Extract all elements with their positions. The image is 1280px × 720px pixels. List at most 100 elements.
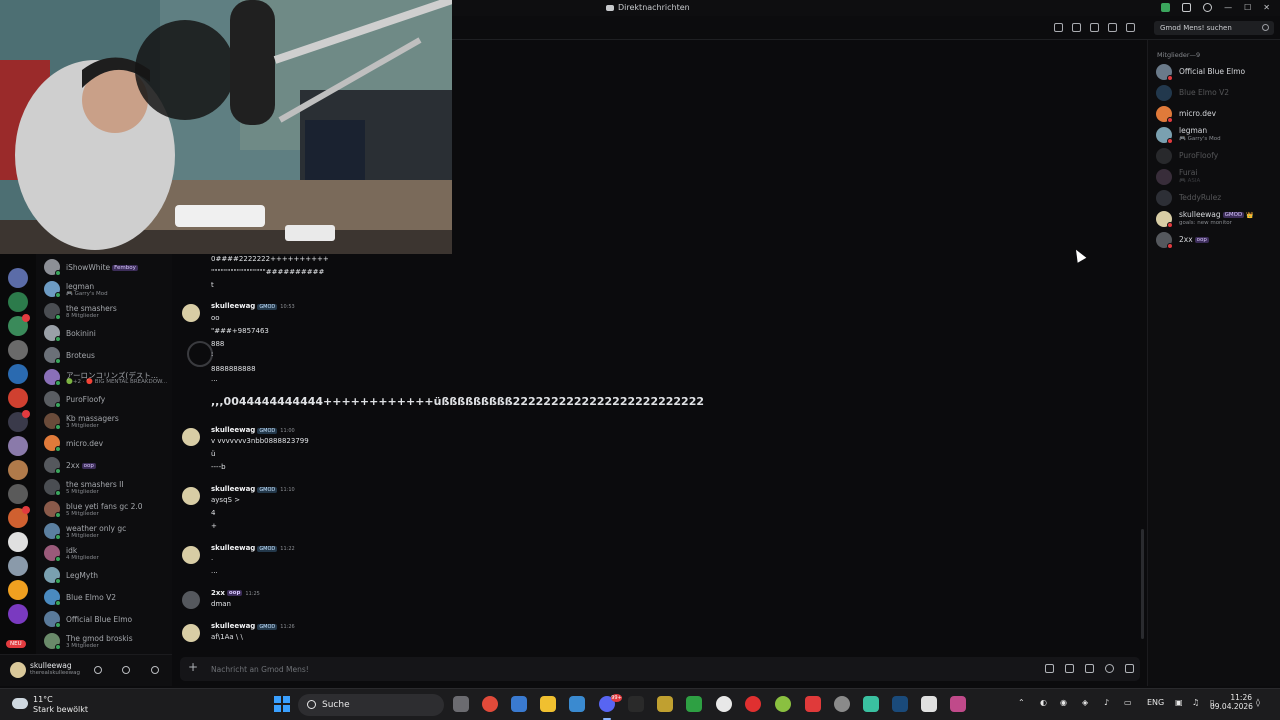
server-icon[interactable]	[8, 268, 28, 288]
member-item[interactable]: Furai 🎮 ASIA	[1156, 167, 1280, 187]
server-icon[interactable]	[8, 364, 28, 384]
record-icon[interactable]	[745, 696, 761, 712]
gif-app-icon[interactable]	[628, 696, 644, 712]
message-author[interactable]: 2xx	[211, 589, 225, 597]
dm-list-item[interactable]: 2xx oop	[40, 454, 170, 476]
server-icon[interactable]	[8, 580, 28, 600]
calculator-icon[interactable]	[511, 696, 527, 712]
dm-list-item[interactable]: LegMyth	[40, 564, 170, 586]
server-icon[interactable]	[8, 292, 28, 312]
settings-gear-icon[interactable]	[151, 666, 159, 674]
member-item[interactable]: legman 🎮 Garry's Mod	[1156, 125, 1280, 145]
dm-list-item[interactable]: Bokinini	[40, 322, 170, 344]
pin-icon[interactable]	[1090, 23, 1099, 32]
microphone-icon[interactable]	[94, 666, 102, 674]
app-icon[interactable]	[863, 696, 879, 712]
dm-list-item[interactable]: the smashers II 5 Mitglieder	[40, 476, 170, 498]
server-icon[interactable]	[8, 340, 28, 360]
add-member-icon[interactable]	[1108, 23, 1117, 32]
app-icon[interactable]	[921, 696, 937, 712]
dm-list-item[interactable]: the smashers 8 Mitglieder	[40, 300, 170, 322]
keyboard-icon[interactable]: ▭	[1124, 698, 1132, 707]
volume-icon[interactable]: ♫	[1192, 698, 1199, 707]
app-icon[interactable]	[834, 696, 850, 712]
member-item[interactable]: skulleewag GMOD 👑 goals: new monitor	[1156, 209, 1280, 229]
video-icon[interactable]	[1072, 23, 1081, 32]
dm-list-item[interactable]: アーロンコリンズ(デスト... 🟢+2 · 🔴 BIG MENTAL BREAKD…	[40, 366, 170, 388]
app-icon[interactable]	[657, 696, 673, 712]
gift-icon[interactable]	[1045, 664, 1054, 673]
server-icon[interactable]	[8, 604, 28, 624]
steam-icon[interactable]	[892, 696, 908, 712]
member-item[interactable]: Official Blue Elmo	[1156, 62, 1280, 82]
tray-icon[interactable]: ◐	[1040, 698, 1047, 707]
close-icon[interactable]: ✕	[1263, 3, 1270, 12]
server-icon[interactable]	[8, 460, 28, 480]
minimize-icon[interactable]: —	[1224, 3, 1232, 12]
server-icon[interactable]	[8, 436, 28, 456]
server-icon[interactable]	[8, 532, 28, 552]
dm-list-item[interactable]: Official Blue Elmo	[40, 608, 170, 630]
dm-list-item[interactable]: Broteus	[40, 344, 170, 366]
attach-plus-icon[interactable]: +	[188, 660, 198, 674]
member-item[interactable]: TeddyRulez	[1156, 188, 1280, 208]
dm-list-item[interactable]: Blue Elmo V2	[40, 586, 170, 608]
dm-list-item[interactable]: idk 4 Mitglieder	[40, 542, 170, 564]
tray-chevron-icon[interactable]: ⌃	[1018, 698, 1025, 707]
avatar[interactable]	[10, 662, 26, 678]
search-input[interactable]: Gmod Mens! suchen	[1154, 21, 1274, 35]
dm-list-item[interactable]: Kb massagers 3 Mitglieder	[40, 410, 170, 432]
file-explorer-icon[interactable]	[540, 696, 556, 712]
minecraft-icon[interactable]	[686, 696, 702, 712]
language-indicator[interactable]: ENG	[1147, 698, 1164, 707]
avatar[interactable]	[182, 487, 200, 505]
dm-list-item[interactable]: legman 🎮 Garry's Mod	[40, 278, 170, 300]
app-icon[interactable]	[950, 696, 966, 712]
steam-tray-icon[interactable]: ◉	[1060, 698, 1067, 707]
notification-bell-icon[interactable]: ◊	[1256, 698, 1260, 707]
member-item[interactable]: 2xx oop	[1156, 230, 1280, 250]
message-author[interactable]: skulleewag	[211, 622, 255, 630]
dm-list-item[interactable]: micro.dev	[40, 432, 170, 454]
avatar[interactable]	[182, 591, 200, 609]
nitro-icon[interactable]	[1161, 3, 1171, 12]
dm-list-item[interactable]: The gmod broskis 3 Mitglieder	[40, 630, 170, 652]
chat-scrollbar[interactable]	[1141, 529, 1144, 639]
windows-start-icon[interactable]	[274, 696, 290, 712]
app-icon[interactable]	[775, 696, 791, 712]
message-composer[interactable]: + Nachricht an Gmod Mens!	[180, 657, 1140, 681]
app-icon[interactable]	[805, 696, 821, 712]
member-item[interactable]: micro.dev	[1156, 104, 1280, 124]
help-icon[interactable]	[1203, 3, 1213, 12]
gif-icon[interactable]	[1065, 664, 1074, 673]
dm-list-item[interactable]: PuroFloofy	[40, 388, 170, 410]
avatar[interactable]	[182, 546, 200, 564]
discord-tray-icon[interactable]: ◈	[1082, 698, 1088, 707]
members-toggle-icon[interactable]	[1126, 23, 1135, 32]
server-icon[interactable]	[8, 484, 28, 504]
dm-list-item[interactable]: iShowWhite Femboy	[40, 256, 170, 278]
avatar[interactable]	[182, 304, 200, 322]
microphone-tray-icon[interactable]: ♪	[1104, 698, 1109, 707]
headphones-icon[interactable]	[122, 666, 130, 674]
sticker-icon[interactable]	[1085, 664, 1094, 673]
dm-list-item[interactable]: weather only gc 3 Mitglieder	[40, 520, 170, 542]
network-icon[interactable]: ▣	[1175, 698, 1183, 707]
member-item[interactable]: Blue Elmo V2	[1156, 83, 1280, 103]
maximize-icon[interactable]: ☐	[1244, 3, 1251, 12]
avatar[interactable]	[182, 624, 200, 642]
emoji-icon[interactable]	[1105, 664, 1114, 673]
call-icon[interactable]	[1054, 23, 1063, 32]
obs-icon[interactable]	[716, 696, 732, 712]
clock[interactable]: 11:26 09.04.2026	[1210, 693, 1253, 711]
message-author[interactable]: skulleewag	[211, 426, 255, 434]
apps-icon[interactable]	[1125, 664, 1134, 673]
message-author[interactable]: skulleewag	[211, 485, 255, 493]
server-icon[interactable]	[8, 556, 28, 576]
inbox-icon[interactable]	[1182, 3, 1192, 12]
server-icon[interactable]	[8, 388, 28, 408]
taskbar-search[interactable]: Suche	[298, 694, 444, 716]
store-icon[interactable]	[569, 696, 585, 712]
avatar[interactable]	[182, 428, 200, 446]
message-author[interactable]: skulleewag	[211, 544, 255, 552]
